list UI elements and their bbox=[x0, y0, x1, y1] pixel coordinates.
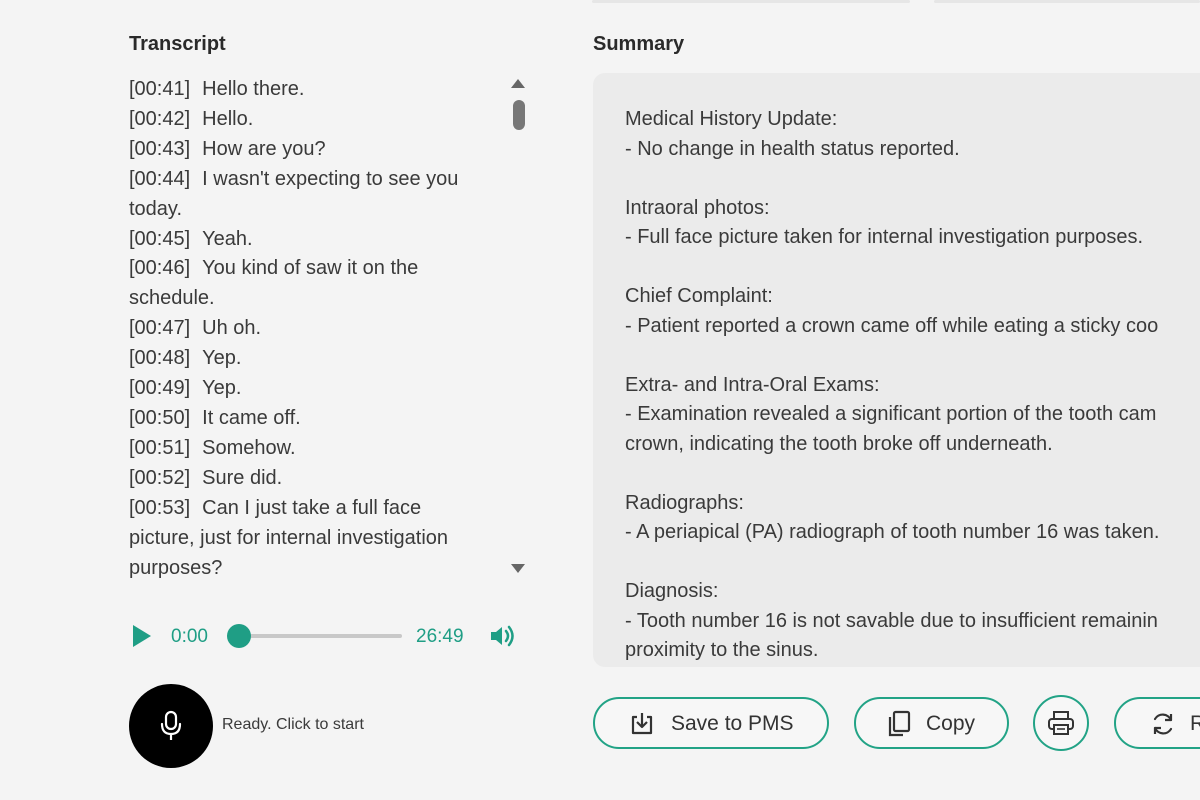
line-text: Yep. bbox=[202, 377, 242, 400]
copy-button[interactable]: Copy bbox=[854, 697, 1009, 749]
transcript-line: [00:47] Uh oh. bbox=[129, 314, 489, 344]
transcript-line: [00:52] Sure did. bbox=[129, 464, 489, 494]
current-time: 0:00 bbox=[171, 626, 208, 647]
summary-heading: Summary bbox=[593, 33, 685, 55]
scrollbar-thumb[interactable] bbox=[513, 100, 525, 130]
line-text: Hello there. bbox=[202, 78, 305, 100]
summary-panel[interactable]: Medical History Update: - No change in h… bbox=[593, 73, 1200, 667]
line-timestamp: [00:42] bbox=[129, 107, 191, 130]
line-timestamp: [00:48] bbox=[129, 347, 191, 370]
transcript-line: [00:42] Hello. bbox=[129, 105, 489, 135]
transcript-line: [00:41] Hello there. bbox=[129, 75, 489, 105]
transcript-line: [00:51] Somehow. bbox=[129, 434, 489, 464]
print-icon bbox=[1048, 711, 1074, 735]
volume-icon[interactable] bbox=[489, 624, 517, 648]
line-timestamp: [00:44] bbox=[129, 167, 191, 190]
line-text: Sure did. bbox=[202, 466, 283, 489]
microphone-icon bbox=[160, 710, 182, 740]
line-timestamp: [00:45] bbox=[129, 227, 191, 250]
save-download-icon bbox=[631, 713, 653, 735]
transcript-line: [00:49] Yep. bbox=[129, 374, 489, 404]
line-timestamp: [00:52] bbox=[129, 466, 191, 489]
save-to-pms-button[interactable]: Save to PMS bbox=[593, 697, 829, 749]
transcript-line: [00:50] It came off. bbox=[129, 404, 489, 434]
line-timestamp: [00:49] bbox=[129, 377, 191, 400]
record-button[interactable] bbox=[129, 684, 213, 768]
scroll-up-arrow-icon[interactable] bbox=[511, 79, 525, 88]
duration: 26:49 bbox=[416, 626, 464, 647]
line-text: How are you? bbox=[202, 137, 326, 160]
line-text: Hello. bbox=[202, 107, 254, 130]
transcript-line: [00:43] How are you? bbox=[129, 135, 489, 165]
seek-handle[interactable] bbox=[227, 624, 251, 648]
transcript-panel[interactable]: [00:41] Hello there. [00:42] Hello. [00:43… bbox=[129, 75, 529, 583]
line-timestamp: [00:47] bbox=[129, 317, 191, 340]
line-timestamp: [00:53] bbox=[129, 496, 191, 519]
refresh-label: R bbox=[1190, 712, 1200, 735]
top-field-left bbox=[592, 0, 910, 3]
seek-track[interactable] bbox=[239, 634, 402, 638]
transcript-line: [00:45] Yeah. bbox=[129, 225, 489, 255]
line-text: Uh oh. bbox=[202, 317, 262, 340]
line-timestamp: [00:46] bbox=[129, 257, 191, 280]
copy-icon bbox=[888, 710, 911, 737]
line-text: It came off. bbox=[202, 406, 301, 429]
transcript-line: [00:48] Yep. bbox=[129, 344, 489, 374]
line-timestamp: [00:50] bbox=[129, 406, 191, 429]
recorder-status: Ready. Click to start bbox=[222, 716, 364, 733]
print-button[interactable] bbox=[1033, 695, 1089, 751]
audio-player: 0:00 26:49 bbox=[129, 612, 529, 660]
transcript-heading: Transcript bbox=[129, 33, 226, 55]
line-timestamp: [00:43] bbox=[129, 137, 191, 160]
transcript-line: [00:53] Can I just take a full face pictu… bbox=[129, 494, 489, 583]
save-label: Save to PMS bbox=[671, 712, 794, 735]
line-text: Somehow. bbox=[202, 436, 296, 459]
play-icon[interactable] bbox=[133, 625, 151, 647]
line-timestamp: [00:41] bbox=[129, 78, 191, 100]
transcript-list[interactable]: [00:41] Hello there. [00:42] Hello. [00:43… bbox=[129, 75, 489, 583]
summary-text: Medical History Update: - No change in h… bbox=[625, 108, 1160, 661]
line-timestamp: [00:51] bbox=[129, 436, 191, 459]
line-text: Yep. bbox=[202, 347, 242, 370]
copy-label: Copy bbox=[926, 712, 976, 735]
scroll-down-arrow-icon[interactable] bbox=[511, 564, 525, 573]
transcript-line: [00:44] I wasn't expecting to see you tod… bbox=[129, 165, 489, 225]
refresh-icon bbox=[1153, 713, 1173, 735]
top-field-right bbox=[934, 0, 1200, 3]
line-text: Yeah. bbox=[202, 227, 253, 250]
refresh-button[interactable]: R bbox=[1114, 697, 1200, 749]
transcript-line: [00:46] You kind of saw it on the schedul… bbox=[129, 254, 489, 314]
